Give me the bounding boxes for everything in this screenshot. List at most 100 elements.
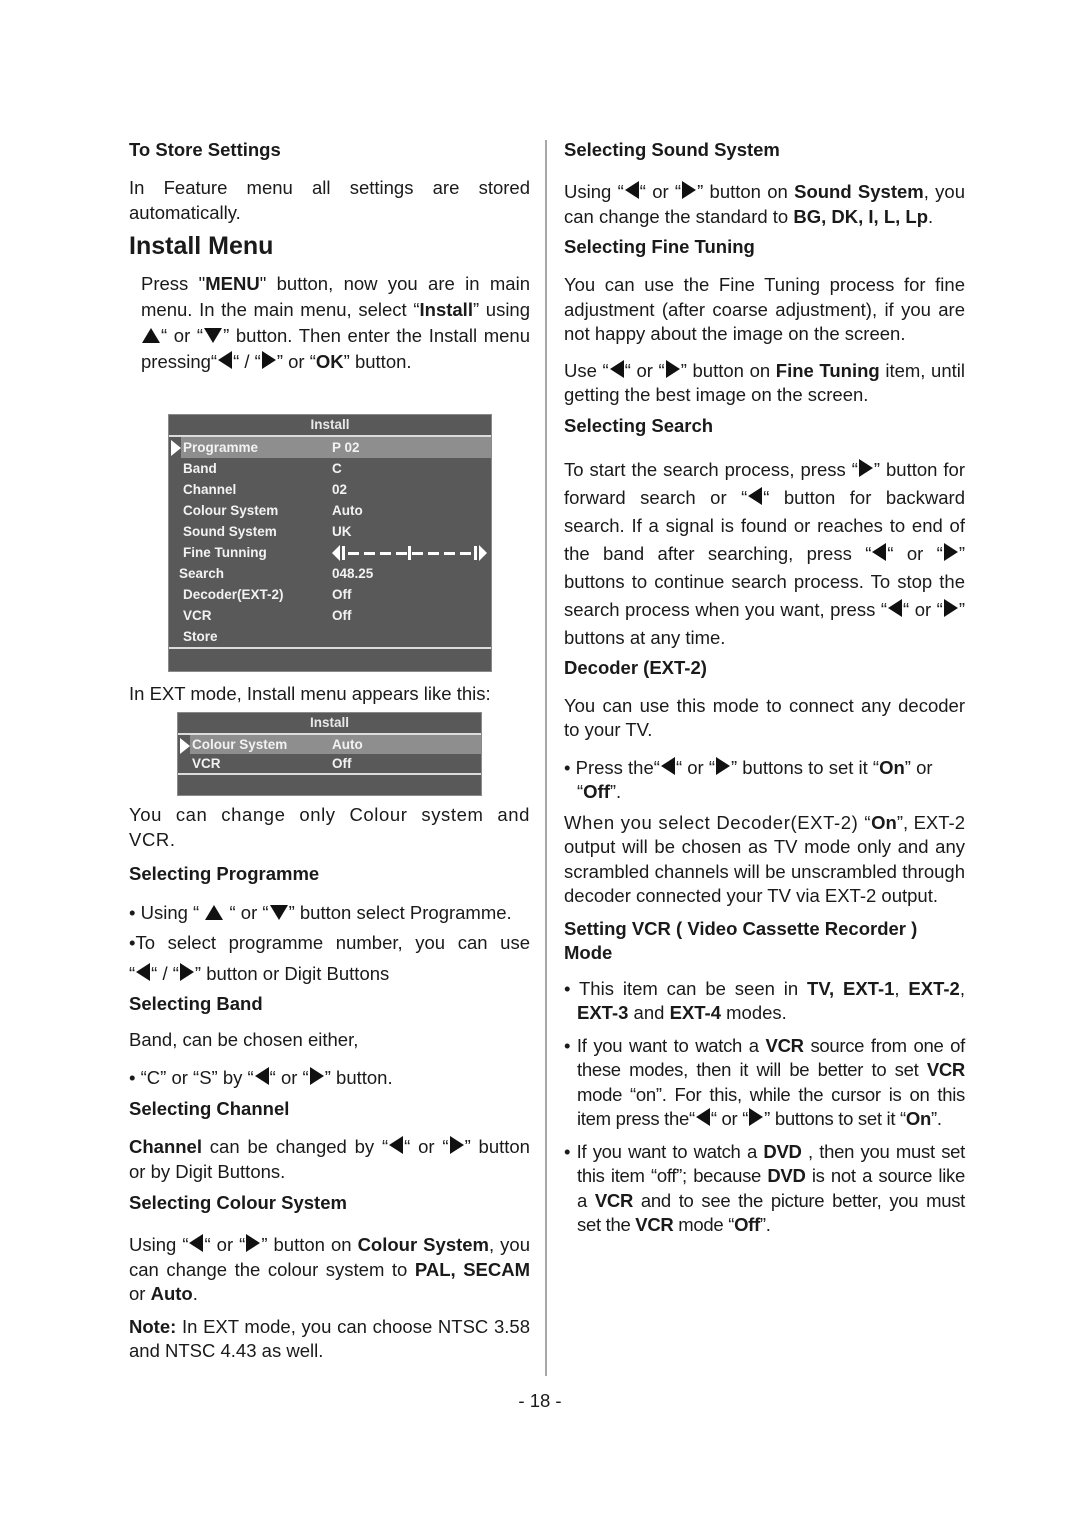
right-arrow-icon bbox=[716, 756, 730, 775]
slider-dash bbox=[428, 552, 439, 555]
osd-row-label: VCR bbox=[183, 608, 212, 623]
left-arrow-icon bbox=[609, 359, 624, 378]
osd-row-value: Off bbox=[332, 608, 352, 623]
right-column: Selecting Sound System Using ““ or “” bu… bbox=[564, 136, 965, 1238]
osd-row-channel[interactable]: Channel 02 bbox=[169, 479, 491, 500]
programme-bullet-2: •To select programme number, you can use bbox=[129, 932, 530, 953]
osd-row-fine-tunning[interactable]: Fine Tunning bbox=[169, 542, 491, 563]
colour-system-text: Using ““ or “” button on Colour System, … bbox=[129, 1234, 531, 1304]
osd-ext-rows: Colour System Auto VCR Off bbox=[178, 735, 481, 773]
decoder-text: You can use this mode to connect any dec… bbox=[564, 694, 965, 741]
osd-row-label: VCR bbox=[192, 756, 221, 771]
osd-row-store[interactable]: Store bbox=[169, 626, 491, 647]
ext-note-ntsc: Note: In EXT mode, you can choose NTSC 3… bbox=[129, 1315, 530, 1362]
osd-row-label: Programme bbox=[183, 440, 259, 455]
right-arrow-icon bbox=[665, 359, 680, 378]
osd-row-value: UK bbox=[332, 524, 352, 539]
osd-row-value: 048.25 bbox=[332, 566, 374, 581]
vcr-bullet-3: • If you want to watch a DVD , then you … bbox=[564, 1140, 965, 1236]
left-column: To Store Settings In Feature menu all se… bbox=[129, 136, 530, 375]
selecting-colour-system-heading: Selecting Colour System bbox=[129, 1192, 347, 1213]
slider-dash bbox=[412, 552, 423, 555]
left-arrow-icon bbox=[189, 1234, 204, 1252]
right-arrow-icon bbox=[246, 1234, 261, 1252]
sound-system-text: Using ““ or “” button on Sound System, y… bbox=[564, 181, 965, 227]
right-arrow-icon bbox=[179, 962, 194, 981]
selecting-channel-heading: Selecting Channel bbox=[129, 1098, 290, 1119]
osd-row-search[interactable]: Search 048.25 bbox=[169, 563, 491, 584]
selecting-search-heading: Selecting Search bbox=[564, 414, 714, 436]
osd-row-sound-system[interactable]: Sound System UK bbox=[169, 521, 491, 542]
osd-row-label: Colour System bbox=[192, 737, 288, 752]
osd-row-value: Off bbox=[332, 756, 352, 771]
slider-left-arrow-icon bbox=[332, 545, 340, 561]
band-text: Band, can be chosen either, bbox=[129, 1029, 359, 1050]
osd-row-value: C bbox=[332, 461, 342, 476]
slider-right-arrow-icon bbox=[479, 545, 487, 561]
osd-row-vcr[interactable]: VCR Off bbox=[178, 754, 481, 773]
slider-dash bbox=[396, 552, 407, 555]
osd-footer bbox=[169, 647, 491, 671]
osd-row-band[interactable]: Band C bbox=[169, 458, 491, 479]
osd-row-label: Decoder(EXT-2) bbox=[183, 587, 284, 602]
ext-mode-intro: In EXT mode, Install menu appears like t… bbox=[129, 683, 491, 704]
selecting-fine-tuning-heading: Selecting Fine Tuning bbox=[564, 236, 755, 257]
search-text: To start the search process, press “” bu… bbox=[564, 458, 965, 648]
fine-tuning-slider[interactable] bbox=[332, 545, 487, 561]
osd-row-label: Band bbox=[183, 461, 217, 476]
right-arrow-icon bbox=[858, 458, 873, 477]
left-column-lower: You can change only Colour system and VC… bbox=[129, 803, 530, 1364]
right-arrow-icon bbox=[943, 542, 958, 561]
up-arrow-icon bbox=[205, 905, 224, 920]
osd-row-label: Fine Tunning bbox=[183, 545, 267, 560]
right-arrow-icon bbox=[449, 1136, 464, 1154]
cursor-arrow-icon bbox=[180, 738, 190, 754]
install-menu-title: Install Menu bbox=[129, 232, 274, 260]
slider-left-end bbox=[342, 546, 345, 560]
column-divider bbox=[545, 140, 547, 1376]
channel-text: Channel can be changed by ““ or “” butto… bbox=[129, 1136, 530, 1182]
osd-row-colour-system[interactable]: Colour System Auto bbox=[178, 735, 481, 754]
osd-row-programme[interactable]: Programme P 02 bbox=[169, 437, 491, 458]
slider-dash bbox=[460, 552, 471, 555]
osd-row-vcr[interactable]: VCR Off bbox=[169, 605, 491, 626]
left-arrow-icon bbox=[695, 1108, 710, 1126]
install-osd-ext-menu: Install Colour System Auto VCR Off bbox=[177, 712, 482, 796]
decoder-bullet: • Press the“ “ or “” buttons to set it “O… bbox=[564, 756, 933, 802]
slider-right-end bbox=[474, 546, 477, 560]
programme-bullet-3: ““ / “” button or Digit Buttons bbox=[129, 962, 390, 984]
cursor-arrow-icon bbox=[171, 440, 181, 456]
slider-dash bbox=[348, 552, 359, 555]
vcr-bullet-1: • This item can be seen in TV, EXT-1, EX… bbox=[564, 977, 965, 1024]
left-arrow-icon bbox=[218, 351, 233, 369]
decoder-heading: Decoder (EXT-2) bbox=[564, 656, 707, 678]
store-settings-heading: To Store Settings bbox=[129, 139, 281, 160]
page-number: - 18 - bbox=[518, 1390, 562, 1411]
osd-row-value: Off bbox=[332, 587, 352, 602]
right-arrow-icon bbox=[943, 598, 958, 617]
right-arrow-icon bbox=[261, 351, 276, 369]
left-arrow-icon bbox=[389, 1136, 404, 1154]
osd-ext-footer bbox=[178, 773, 481, 793]
left-arrow-icon bbox=[660, 756, 675, 775]
vcr-bullet-2: • If you want to watch a VCR source from… bbox=[564, 1034, 966, 1130]
left-arrow-icon bbox=[872, 542, 887, 561]
ext-note: You can change only Colour system and VC… bbox=[129, 804, 530, 850]
setting-vcr-heading: Setting VCR ( Video Cassette Recorder ) … bbox=[564, 917, 918, 963]
down-arrow-icon bbox=[269, 905, 288, 920]
left-arrow-icon bbox=[136, 962, 151, 981]
osd-row-colour-system[interactable]: Colour System Auto bbox=[169, 500, 491, 521]
slider-thumb bbox=[408, 546, 411, 560]
up-arrow-icon bbox=[142, 328, 160, 343]
fine-tuning-instruction: Use ““ or “” button on Fine Tuning item,… bbox=[564, 359, 965, 405]
install-intro: Press "MENU" button, now you are in main… bbox=[141, 273, 531, 372]
slider-dash bbox=[444, 552, 455, 555]
slider-dash bbox=[364, 552, 375, 555]
install-osd-menu: Install Programme P 02 Band C Channel 02 Colou… bbox=[168, 414, 492, 672]
osd-row-decoder-ext-2[interactable]: Decoder(EXT-2) Off bbox=[169, 584, 491, 605]
osd-row-value: Auto bbox=[332, 503, 363, 518]
band-bullet: • “C” or “S” by ““ or “” button. bbox=[129, 1066, 393, 1088]
osd-row-label: Sound System bbox=[183, 524, 277, 539]
osd-title: Install bbox=[169, 415, 491, 437]
osd-row-label: Store bbox=[183, 629, 218, 644]
